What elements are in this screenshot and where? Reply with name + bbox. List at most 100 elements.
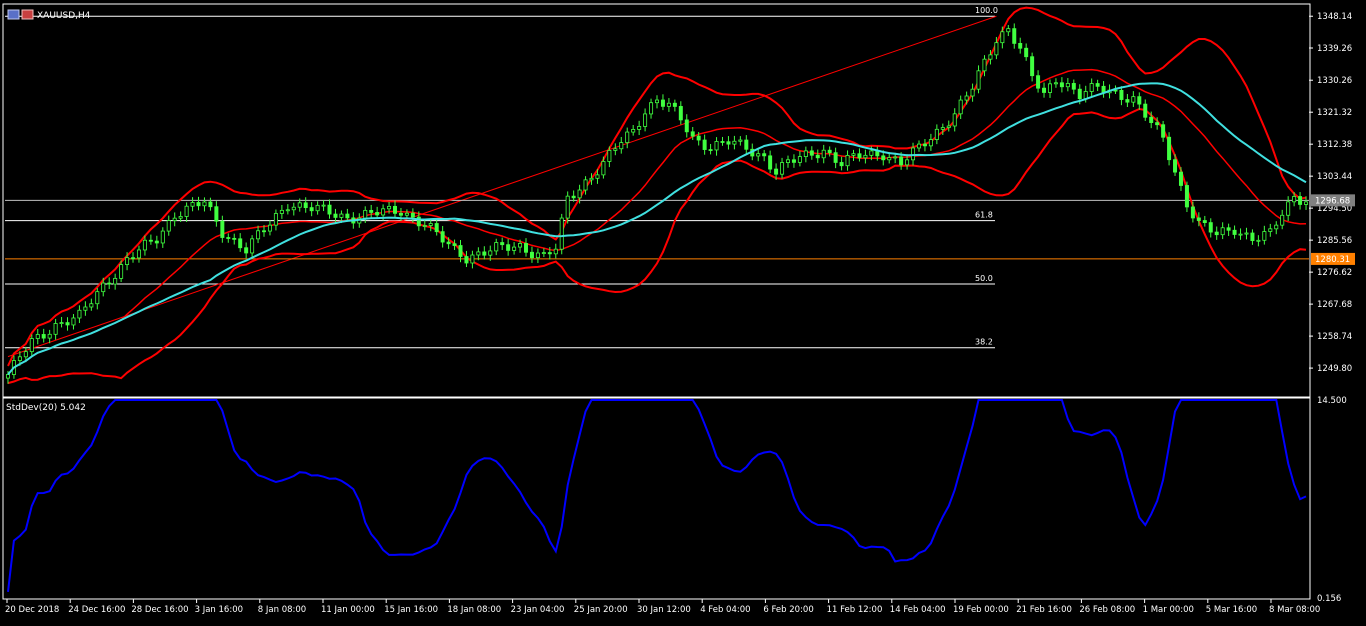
chart-window-icon: [7, 9, 20, 20]
candle-body: [136, 249, 141, 259]
x-tick-label: 4 Feb 04:00: [700, 605, 750, 615]
candle-body: [309, 207, 314, 212]
candle[interactable]: [559, 213, 564, 255]
current-price-tag-label: 1296.68: [1315, 196, 1350, 206]
candle-body: [1053, 82, 1058, 85]
candle-body: [1167, 136, 1172, 161]
candle-body: [518, 243, 523, 248]
candle-body: [791, 159, 796, 163]
y-tick-label: 1249.80: [1317, 364, 1352, 374]
candle-body: [327, 204, 332, 215]
candle-body: [702, 139, 707, 150]
symbol-label: XAUUSD,H4: [37, 11, 91, 21]
candle-body: [1047, 83, 1052, 93]
candle-body: [768, 155, 773, 170]
y-tick-label: 1312.38: [1317, 140, 1352, 150]
candle-body: [541, 252, 546, 254]
candle-body: [238, 238, 243, 249]
candle-body: [708, 149, 713, 151]
candle-body: [440, 231, 445, 243]
candle-body: [47, 333, 52, 339]
candle-body: [976, 70, 981, 90]
candle-body: [809, 150, 814, 156]
y-tick-label: 1339.26: [1317, 44, 1352, 54]
candle-body: [452, 243, 457, 246]
candle-body: [1196, 217, 1201, 221]
candle-body: [649, 102, 654, 115]
candle-body: [1226, 227, 1231, 231]
x-tick-label: 8 Mar 08:00: [1269, 605, 1320, 615]
candle-body: [506, 244, 511, 251]
candle-body: [666, 102, 671, 107]
candle-body: [166, 220, 171, 232]
candle-body: [1012, 28, 1017, 44]
candle-body: [1155, 122, 1160, 126]
candle-body: [345, 213, 350, 219]
candle-body: [1220, 227, 1225, 236]
candle-body: [571, 195, 576, 199]
candle-body: [589, 177, 594, 181]
candle-body: [678, 106, 683, 121]
candle-body: [339, 213, 344, 218]
candle-body: [988, 54, 993, 60]
candle-body: [381, 208, 386, 216]
candle-body: [184, 205, 189, 217]
candle-body: [1024, 47, 1029, 58]
candle-body: [797, 156, 802, 163]
candle-body: [1202, 220, 1207, 224]
candle-body: [672, 102, 677, 107]
chart-canvas[interactable]: 100.0 61.8 50.0 38.2 1348.14 1339.26 1330.26 1…: [0, 0, 1366, 622]
candle-body: [410, 212, 415, 218]
candle-body: [893, 156, 898, 159]
candle-body: [1125, 99, 1130, 103]
candle-body: [41, 334, 46, 339]
candle-body: [1161, 124, 1166, 138]
candle-body: [1119, 89, 1124, 100]
candle-body: [1071, 83, 1076, 90]
candle-body: [524, 243, 529, 253]
x-tick-label: 18 Jan 08:00: [447, 605, 501, 615]
y-tick-label: 1285.56: [1317, 236, 1352, 246]
candle-body: [303, 202, 308, 208]
x-tick-label: 6 Feb 20:00: [763, 605, 813, 615]
candle-body: [869, 150, 874, 156]
candle-body: [1143, 103, 1148, 118]
candle-body: [333, 213, 338, 218]
candle-body: [244, 247, 249, 254]
chart-window: 100.0 61.8 50.0 38.2 1348.14 1339.26 1330.26 1…: [0, 0, 1366, 622]
candle-body: [297, 202, 302, 208]
stddev-y-tick-label: 14.500: [1317, 396, 1347, 406]
candle-body: [535, 252, 540, 259]
y-tick-label: 1276.62: [1317, 268, 1352, 278]
candle-body: [744, 139, 749, 150]
candle-body: [940, 127, 945, 130]
x-tick-label: 11 Jan 00:00: [321, 605, 375, 615]
candle-body: [422, 225, 427, 227]
candle-body: [1250, 232, 1255, 242]
y-tick-label: 1348.14: [1317, 12, 1352, 22]
marked-price-tag-label: 1280.31: [1315, 255, 1350, 265]
candle-body: [1000, 31, 1005, 44]
stddev-y-tick-label: 0.156: [1317, 594, 1341, 604]
candle-body: [428, 223, 433, 226]
candle-body: [619, 142, 624, 150]
candle-body: [881, 155, 886, 161]
candle-body: [125, 257, 130, 265]
candle-body: [934, 128, 939, 140]
candle-body: [726, 141, 731, 145]
candle-body: [756, 153, 761, 157]
candle-body: [696, 135, 701, 141]
candle-body: [5, 374, 10, 379]
candle-body: [1274, 224, 1279, 230]
x-tick-label: 23 Jan 04:00: [511, 605, 565, 615]
candle-body: [565, 195, 570, 219]
y-tick-label: 1258.74: [1317, 332, 1352, 342]
candle-body: [214, 206, 219, 222]
candle-body: [196, 202, 201, 207]
x-tick-label: 24 Dec 16:00: [68, 605, 125, 615]
candle-body: [369, 209, 374, 213]
y-tick-label: 1303.44: [1317, 172, 1352, 182]
candle-body: [393, 205, 398, 214]
y-tick-label: 1330.26: [1317, 76, 1352, 86]
candle-body: [1006, 28, 1011, 33]
